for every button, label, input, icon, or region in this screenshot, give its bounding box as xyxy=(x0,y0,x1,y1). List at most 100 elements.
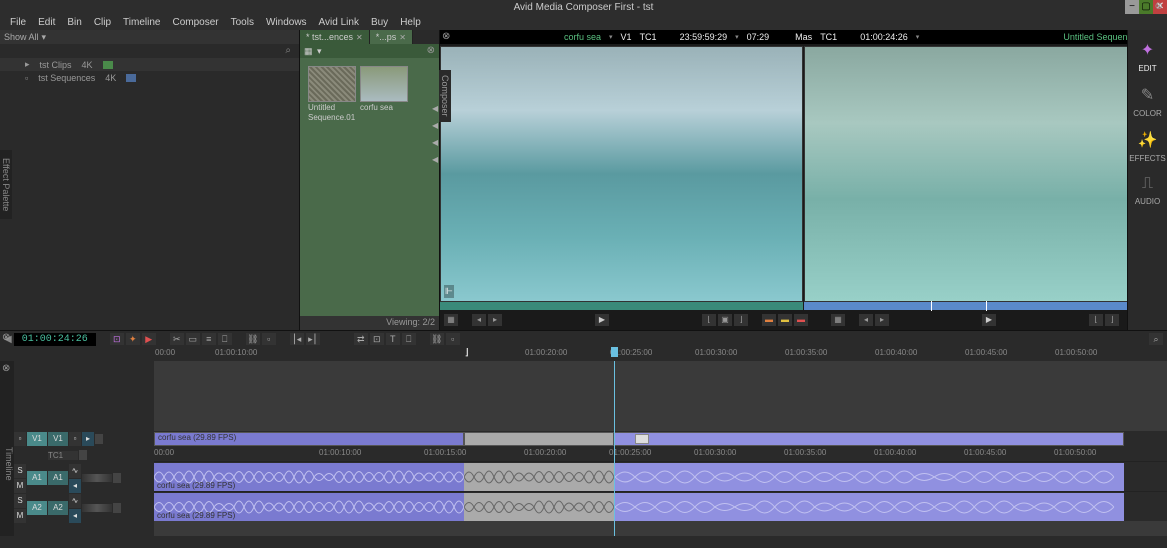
track-lock-icon[interactable] xyxy=(79,450,87,460)
track-lock-icon[interactable] xyxy=(113,503,121,513)
audio-track-a2[interactable]: corfu sea (29.89 FPS) xyxy=(154,491,1167,521)
track-lock-icon[interactable] xyxy=(95,434,103,444)
tool-button[interactable]: ⊡ xyxy=(110,333,124,345)
video-clip-selected[interactable] xyxy=(464,432,614,446)
menu-help[interactable]: Help xyxy=(395,17,426,28)
source-clip-name[interactable]: corfu sea xyxy=(564,32,601,42)
mark-out-button[interactable]: ⌋ xyxy=(1105,314,1119,326)
tool-button[interactable]: ✦ xyxy=(126,333,140,345)
tool-button[interactable]: ▶ xyxy=(142,333,156,345)
timeline-tab[interactable]: Timeline xyxy=(0,361,14,536)
bin-tab-sequences[interactable]: * tst...ences ✕ xyxy=(300,30,370,44)
link-button[interactable]: ⛓ xyxy=(430,333,444,345)
mute-button[interactable]: M xyxy=(14,479,26,493)
track-lock-icon[interactable] xyxy=(113,473,121,483)
bin-close-icon[interactable]: ⊗ xyxy=(427,45,435,56)
track-v1-rec-button[interactable]: V1 xyxy=(48,432,68,446)
track-expand-button[interactable]: ◂ xyxy=(69,479,81,493)
composer-close-icon[interactable]: ⊗ xyxy=(442,31,450,42)
grid-button[interactable]: ▦ xyxy=(831,314,845,326)
dropdown-icon[interactable]: ▾ xyxy=(916,33,920,41)
mark-in-button[interactable]: ⌊ xyxy=(702,314,716,326)
audio-clip[interactable] xyxy=(614,463,1124,491)
tool-button[interactable]: ▫ xyxy=(262,333,276,345)
panel-close-icon[interactable]: ⊗ xyxy=(1155,1,1163,12)
menu-windows[interactable]: Windows xyxy=(261,17,312,28)
view-grid-icon[interactable]: ▦ xyxy=(304,46,314,56)
play-button[interactable]: ▶ xyxy=(595,314,609,326)
step-fwd-button[interactable]: ▸ xyxy=(488,314,502,326)
mute-button[interactable]: M xyxy=(14,509,26,523)
menu-edit[interactable]: Edit xyxy=(33,17,60,28)
workspace-edit-tab[interactable]: ✦ EDIT xyxy=(1138,40,1156,73)
segment-button[interactable]: ▭ xyxy=(186,333,200,345)
link-button[interactable]: ⛓ xyxy=(246,333,260,345)
sort-icon[interactable]: ▾ xyxy=(317,46,327,56)
waveform-button[interactable]: ∿ xyxy=(69,464,81,478)
text-button[interactable]: T xyxy=(386,333,400,345)
record-monitor[interactable] xyxy=(804,46,1167,302)
minimize-button[interactable]: − xyxy=(1125,0,1139,14)
playhead-handle-icon[interactable] xyxy=(611,347,618,357)
source-monitor[interactable]: ⊩ xyxy=(440,46,803,302)
timeline-tracks[interactable]: corfu sea (29.89 FPS) 00:00 01:00:10:00 … xyxy=(154,361,1167,536)
source-scrub-bar[interactable] xyxy=(440,302,803,310)
chevron-left-icon[interactable]: ◀ xyxy=(432,121,1167,130)
dropdown-icon[interactable]: ▾ xyxy=(735,33,739,41)
track-monitor-icon[interactable]: ▫ xyxy=(69,432,81,446)
audio-clip-selected[interactable] xyxy=(464,493,614,521)
menu-timeline[interactable]: Timeline xyxy=(118,17,165,28)
tab-close-icon[interactable]: ✕ xyxy=(399,33,406,42)
menu-buy[interactable]: Buy xyxy=(366,17,393,28)
audio-clip[interactable]: corfu sea (29.89 FPS) xyxy=(154,463,464,491)
step-back-button[interactable]: ◂ xyxy=(859,314,873,326)
audio-clip-selected[interactable] xyxy=(464,463,614,491)
volume-slider[interactable] xyxy=(82,474,112,482)
effect-palette-tab[interactable]: Effect Palette xyxy=(0,150,12,219)
tool-button[interactable]: ⊡ xyxy=(370,333,384,345)
chevron-left-icon[interactable]: ◀ xyxy=(432,155,1167,164)
bin-tab-clips[interactable]: *...ps ✕ xyxy=(370,30,413,44)
tool-button[interactable]: ⇄ xyxy=(354,333,368,345)
list-button[interactable]: ≡ xyxy=(202,333,216,345)
master-timecode[interactable]: 01:00:24:26 xyxy=(14,333,96,346)
step-back-button[interactable]: ◂ xyxy=(472,314,486,326)
track-a2-rec-button[interactable]: A2 xyxy=(48,501,68,515)
mark-out-button[interactable]: ⌋ xyxy=(734,314,748,326)
playhead[interactable] xyxy=(614,361,615,536)
volume-slider[interactable] xyxy=(82,504,112,512)
mark-clip-button[interactable]: ▣ xyxy=(718,314,732,326)
search-button[interactable]: ⌕ xyxy=(1149,333,1163,345)
timeline-close-icon[interactable]: ⊗ xyxy=(2,363,10,374)
extract-button[interactable]: ▬ xyxy=(762,314,776,326)
menu-tools[interactable]: Tools xyxy=(226,17,259,28)
video-clip[interactable] xyxy=(614,432,1124,446)
track-a2-src-button[interactable]: A2 xyxy=(27,501,47,515)
menu-composer[interactable]: Composer xyxy=(167,17,223,28)
tool-button[interactable]: ▫ xyxy=(446,333,460,345)
clip-thumbnail[interactable]: Untitled Sequence.01 xyxy=(308,66,356,122)
chevron-left-icon[interactable]: ◀ xyxy=(432,138,1167,147)
tab-close-icon[interactable]: ✕ xyxy=(356,33,363,42)
audio-clip[interactable]: corfu sea (29.89 FPS) xyxy=(154,493,464,521)
menu-clip[interactable]: Clip xyxy=(89,17,116,28)
video-clip[interactable]: corfu sea (29.89 FPS) xyxy=(154,432,464,446)
timeline-ruler[interactable]: 00:00 01:00:10:00 ⌋ 01:00:20:00 01:00:25… xyxy=(155,347,1167,361)
chevron-left-icon[interactable]: ◀ xyxy=(432,104,1167,113)
track-a1-rec-button[interactable]: A1 xyxy=(48,471,68,485)
track-monitor-button[interactable]: ▫ xyxy=(14,432,26,446)
workspace-color-tab[interactable]: ✎ COLOR xyxy=(1133,85,1161,118)
track-expand-button[interactable]: ◂ xyxy=(69,509,81,523)
track-a1-src-button[interactable]: A1 xyxy=(27,471,47,485)
dropdown-icon[interactable]: ▾ xyxy=(609,33,613,41)
waveform-button[interactable]: ∿ xyxy=(69,494,81,508)
menu-file[interactable]: File xyxy=(5,17,31,28)
record-scrub-bar[interactable] xyxy=(804,302,1167,310)
tool-button[interactable]: ⎕ xyxy=(402,333,416,345)
maximize-button[interactable]: ▢ xyxy=(1139,0,1153,14)
trim-button[interactable]: ⎕ xyxy=(218,333,232,345)
clip-thumbnail[interactable]: corfu sea xyxy=(360,66,408,112)
audio-track-a1[interactable]: corfu sea (29.89 FPS) xyxy=(154,461,1167,491)
audio-clip[interactable] xyxy=(614,493,1124,521)
mark-in-button[interactable]: ⌊ xyxy=(1089,314,1103,326)
